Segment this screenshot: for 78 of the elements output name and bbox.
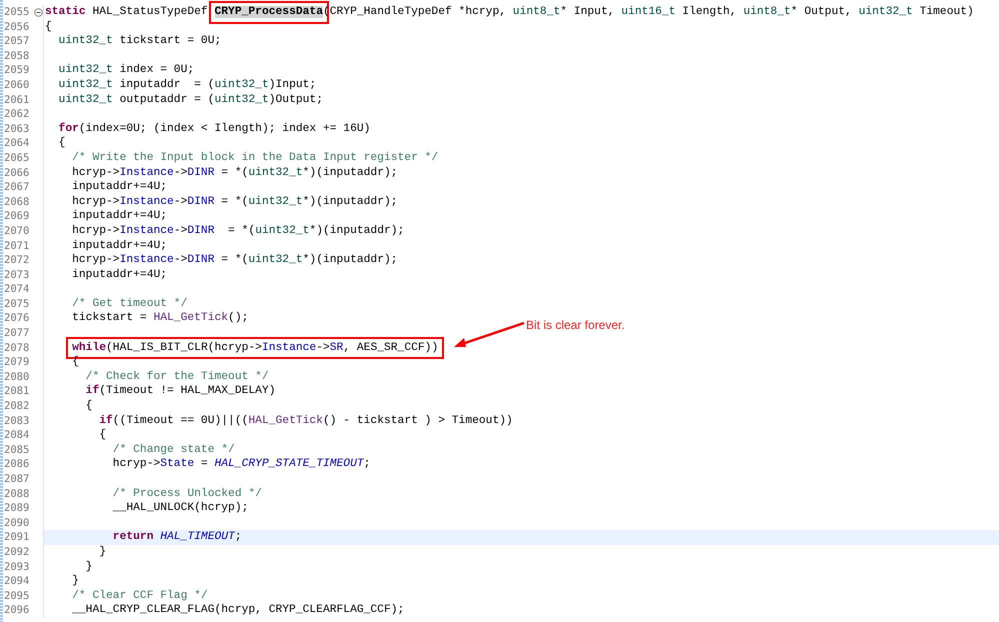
code-line: /* Check for the Timeout */ bbox=[84, 370, 269, 384]
code-line: } bbox=[98, 544, 106, 560]
code-line: inputaddr+=4U; bbox=[71, 209, 168, 224]
line-number: 2094 bbox=[3, 574, 30, 589]
code-line: /* Clear CCF Flag */ bbox=[71, 588, 208, 604]
code-line: tickstart = HAL_GetTick(); bbox=[71, 311, 248, 326]
line-number: 2077 bbox=[3, 326, 30, 341]
line-number: 2096 bbox=[3, 603, 30, 618]
line-number: 2063 bbox=[3, 122, 30, 136]
line-number: 2083 bbox=[3, 414, 30, 428]
code-line: /* Get timeout */ bbox=[71, 296, 188, 312]
line-number: 2092 bbox=[3, 544, 30, 560]
line-number: 2058 bbox=[3, 48, 30, 64]
code-line: uint32_t index = 0U; bbox=[58, 63, 194, 78]
line-number: 2075 bbox=[3, 296, 30, 312]
code-line: { bbox=[98, 428, 106, 443]
code-line: __HAL_CRYP_CLEAR_FLAG(hcryp, CRYP_CLEARFLAG_CCF); bbox=[71, 603, 404, 618]
code-line: return HAL_TIMEOUT; bbox=[112, 530, 242, 545]
line-number: 2068 bbox=[3, 194, 30, 210]
line-number: 2087 bbox=[3, 472, 30, 487]
line-number: 2088 bbox=[3, 486, 30, 502]
code-line: uint32_t outputaddr = (uint32_t)Output; bbox=[58, 92, 323, 108]
line-number: 2093 bbox=[3, 560, 30, 574]
line-number: 2060 bbox=[3, 78, 30, 93]
collapse-icon[interactable] bbox=[34, 8, 43, 17]
code-line: inputaddr+=4U; bbox=[71, 268, 168, 282]
line-number: 2091 bbox=[3, 530, 30, 545]
line-number: 2078 bbox=[3, 340, 30, 356]
line-number: 2055 bbox=[3, 5, 30, 20]
line-number: 2076 bbox=[3, 311, 30, 326]
line-number: 2074 bbox=[3, 282, 30, 297]
line-number: 2056 bbox=[3, 20, 30, 34]
code-line: /* Write the Input block in the Data Input register */ bbox=[71, 150, 438, 166]
code-line: for(index=0U; (index < Ilength); index += 16U) bbox=[58, 122, 370, 136]
code-line: hcryp->State = HAL_CRYP_STATE_TIMEOUT; bbox=[112, 457, 370, 472]
code-line: } bbox=[84, 560, 92, 574]
line-number: 2066 bbox=[3, 166, 30, 180]
line-number: 2062 bbox=[3, 107, 30, 122]
code-line: /* Process Unlocked */ bbox=[112, 486, 262, 502]
code-line: __HAL_UNLOCK(hcryp); bbox=[112, 501, 248, 516]
code-line: } bbox=[71, 574, 79, 589]
line-number: 2090 bbox=[3, 516, 30, 530]
line-number: 2085 bbox=[3, 442, 30, 458]
line-number: 2080 bbox=[3, 370, 30, 384]
line-number: 2081 bbox=[3, 384, 30, 400]
line-number: 2072 bbox=[3, 253, 30, 268]
code-line: { bbox=[84, 399, 92, 414]
line-number: 2065 bbox=[3, 150, 30, 166]
line-number: 2069 bbox=[3, 209, 30, 224]
line-number: 2057 bbox=[3, 34, 30, 49]
code-line: inputaddr+=4U; bbox=[71, 238, 168, 254]
line-number: 2073 bbox=[3, 268, 30, 282]
code-line: if((Timeout == 0U)||((HAL_GetTick() - tickstart ) > Timeout)) bbox=[98, 414, 513, 428]
code-line: hcryp->Instance->DINR = *(uint32_t*)(inputaddr); bbox=[71, 224, 404, 238]
line-number: 2089 bbox=[3, 501, 30, 516]
code-line: { bbox=[58, 136, 66, 151]
code-line: uint32_t inputaddr = (uint32_t)Input; bbox=[58, 78, 316, 93]
code-line: hcryp->Instance->DINR = *(uint32_t*)(inputaddr); bbox=[71, 194, 398, 210]
code-line: uint32_t tickstart = 0U; bbox=[58, 34, 222, 49]
line-number: 2061 bbox=[3, 92, 30, 108]
line-number: 2059 bbox=[3, 63, 30, 78]
annotation-text: Bit is clear forever. bbox=[526, 318, 625, 332]
line-number: 2082 bbox=[3, 399, 30, 414]
line-number: 2079 bbox=[3, 355, 30, 370]
code-line: { bbox=[44, 20, 52, 34]
code-line: hcryp->Instance->DINR = *(uint32_t*)(inputaddr); bbox=[71, 166, 398, 180]
line-number: 2071 bbox=[3, 238, 30, 254]
code-line: /* Change state */ bbox=[112, 442, 235, 458]
line-number: 2095 bbox=[3, 588, 30, 604]
code-line: hcryp->Instance->DINR = *(uint32_t*)(inputaddr); bbox=[71, 253, 398, 268]
code-line: inputaddr+=4U; bbox=[71, 180, 168, 195]
code-line: if(Timeout != HAL_MAX_DELAY) bbox=[84, 384, 276, 400]
line-number: 2067 bbox=[3, 180, 30, 195]
line-number: 2070 bbox=[3, 224, 30, 238]
line-number: 2084 bbox=[3, 428, 30, 443]
line-number: 2064 bbox=[3, 136, 30, 151]
line-number: 2086 bbox=[3, 457, 30, 472]
arrow-icon bbox=[452, 320, 526, 350]
